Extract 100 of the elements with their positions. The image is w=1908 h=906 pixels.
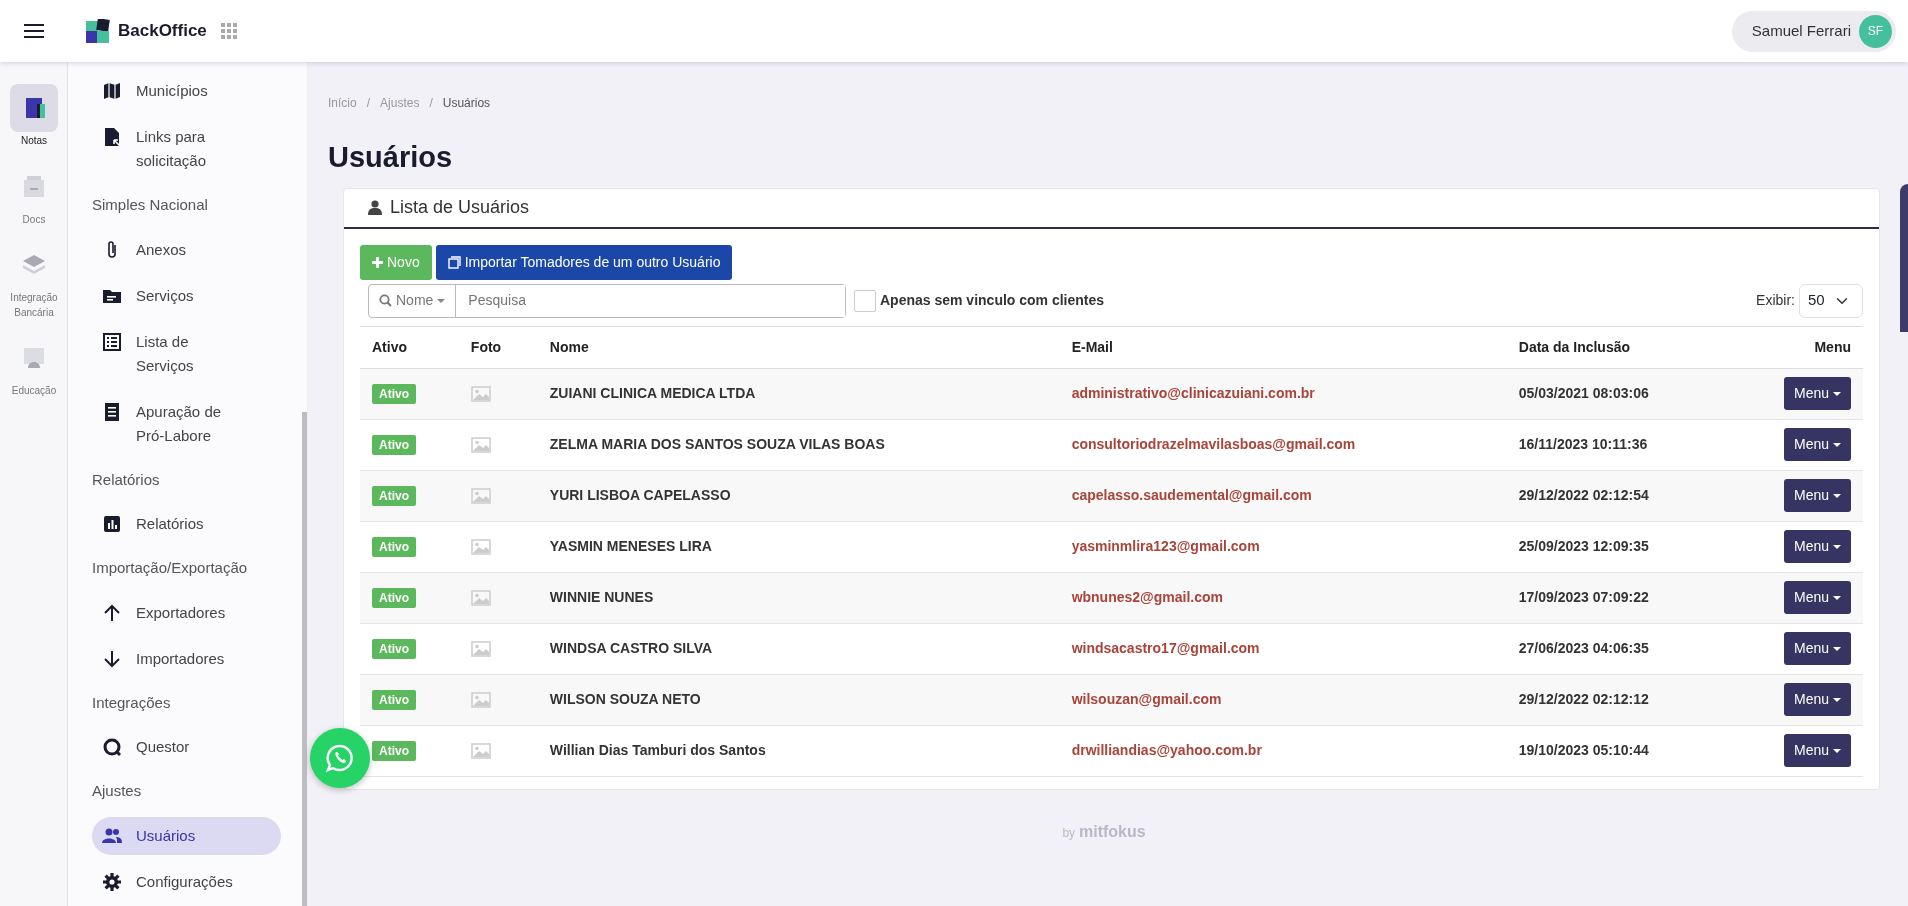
date-cell: 25/09/2023 12:09:35 (1506, 521, 1731, 572)
page-size-label: Exibir: (1756, 291, 1795, 310)
name-cell: ZELMA MARIA DOS SANTOS SOUZA VILAS BOAS (537, 419, 1060, 470)
chat-bubble-icon (325, 743, 355, 773)
menu-button[interactable]: Menu (1783, 530, 1851, 563)
sidebar-item[interactable]: Links para solicitação (92, 114, 247, 184)
caret-icon (1833, 748, 1841, 753)
image-placeholder-icon (470, 641, 491, 658)
settings-icon (102, 871, 122, 892)
apps-grid-icon[interactable] (220, 23, 237, 39)
sidebar-item[interactable]: Importadores (92, 635, 247, 682)
status-badge: Ativo (372, 486, 416, 506)
breadcrumb-separator: / (429, 95, 433, 112)
image-placeholder-icon (470, 539, 491, 556)
menu-button[interactable]: Menu (1783, 377, 1851, 410)
status-badge: Ativo (372, 588, 416, 608)
status-badge: Ativo (372, 384, 416, 404)
date-cell: 16/11/2023 10:11:36 (1506, 419, 1731, 470)
rail-item[interactable]: Docs (0, 162, 68, 241)
status-badge: Ativo (372, 537, 416, 557)
checkbox[interactable] (854, 289, 876, 312)
caret-icon (1833, 493, 1841, 498)
date-cell: 29/12/2022 02:12:54 (1506, 470, 1731, 521)
page-title: Usuários (328, 140, 454, 175)
q-logo-icon (102, 737, 122, 757)
date-cell: 19/10/2023 05:10:44 (1506, 725, 1731, 776)
import-button[interactable]: Importar Tomadores de um outro Usuário (435, 244, 733, 280)
email-cell: windsacastro17@gmail.com (1059, 623, 1507, 674)
column-header: Foto (458, 326, 538, 368)
map-icon (102, 81, 122, 101)
menu-button[interactable]: Menu (1783, 428, 1851, 461)
email-cell: wilsouzan@gmail.com (1059, 674, 1507, 725)
sidebar-item[interactable]: Usuários (92, 816, 281, 855)
caret-icon (1833, 646, 1841, 651)
breadcrumb-item: Usuários (442, 95, 491, 112)
menu-button[interactable]: Menu (1783, 734, 1851, 767)
image-placeholder-icon (470, 437, 491, 454)
arrow-down-icon (102, 648, 122, 669)
menu-button[interactable]: Menu (1783, 632, 1851, 665)
section-heading: Importação/Exportação (92, 558, 247, 578)
name-cell: WINNIE NUNES (537, 572, 1060, 623)
sidebar-item[interactable]: Exportadores (92, 589, 247, 636)
file-icon (102, 127, 122, 147)
checkbox-label: Apenas sem vinculo com clientes (880, 291, 1105, 310)
sidebar-item[interactable]: Configurações (92, 858, 247, 905)
footer-by: by (1062, 825, 1076, 840)
logo-icon (86, 19, 110, 43)
app-name: BackOffice (118, 20, 207, 43)
rail-item[interactable]: Notas (0, 84, 68, 163)
user-icon (368, 200, 382, 215)
status-badge: Ativo (372, 690, 416, 710)
email-cell: consultoriodrazelmavilasboas@gmail.com (1059, 419, 1507, 470)
user-menu[interactable]: Samuel Ferrari SF (1731, 10, 1896, 52)
column-header: E-Mail (1059, 326, 1507, 368)
rail-item[interactable]: Educação (0, 334, 68, 413)
sidebar-item[interactable]: Serviços (92, 272, 247, 319)
sidebar-item[interactable]: Anexos (92, 226, 247, 273)
sidebar-item[interactable]: Municípios (92, 68, 247, 114)
page-size-select[interactable]: 50 (1799, 283, 1863, 318)
image-placeholder-icon (470, 692, 491, 709)
section-heading: Ajustes (92, 781, 143, 801)
date-cell: 29/12/2022 02:12:12 (1506, 674, 1731, 725)
menu-button[interactable]: Menu (1783, 479, 1851, 512)
section-heading: Integrações (92, 692, 172, 713)
list-icon (102, 331, 122, 352)
sidebar-item[interactable]: Questor (92, 724, 247, 770)
column-header: Menu (1730, 326, 1863, 368)
caret-icon (1833, 391, 1841, 396)
section-heading: Relatórios (92, 469, 161, 490)
sidebar-item[interactable]: Relatórios (92, 501, 247, 547)
menu-icon[interactable] (24, 23, 46, 39)
caret-icon (1833, 544, 1841, 549)
menu-button[interactable]: Menu (1783, 683, 1851, 716)
plus-icon (372, 256, 383, 268)
sidebar-item[interactable]: Lista de Serviços (92, 318, 247, 389)
sidebar-item[interactable]: Apuração de Pró-Labore (92, 388, 247, 459)
receipt-icon (102, 401, 122, 422)
image-placeholder-icon (470, 743, 491, 760)
search-icon (379, 294, 392, 307)
copy-icon (447, 255, 461, 269)
section-heading: Simples Nacional (92, 195, 209, 215)
arrow-up-icon (102, 602, 122, 623)
menu-button[interactable]: Menu (1783, 581, 1851, 614)
column-header: Nome (537, 326, 1060, 368)
image-placeholder-icon (470, 386, 491, 403)
scrollbar[interactable] (302, 412, 307, 906)
name-cell: Willian Dias Tamburi dos Santos (537, 725, 1060, 776)
email-cell: capelasso.saudemental@gmail.com (1059, 470, 1507, 521)
name-cell: WILSON SOUZA NETO (537, 674, 1060, 725)
status-badge: Ativo (372, 639, 416, 659)
email-cell: administrativo@clinicazuiani.com.br (1059, 368, 1507, 419)
date-cell: 05/03/2021 08:03:06 (1506, 368, 1731, 419)
rail-item[interactable]: Integração Bancária (0, 241, 68, 334)
whatsapp-button[interactable] (310, 728, 370, 788)
search-field[interactable]: Nome Pesquisa (368, 283, 846, 318)
status-badge: Ativo (372, 741, 416, 761)
scrollbar[interactable] (1900, 184, 1908, 332)
column-header: Data da Inclusão (1506, 326, 1731, 368)
footer-brand: mitfokus (1078, 822, 1146, 840)
name-cell: ZUIANI CLINICA MEDICA LTDA (537, 368, 1060, 419)
